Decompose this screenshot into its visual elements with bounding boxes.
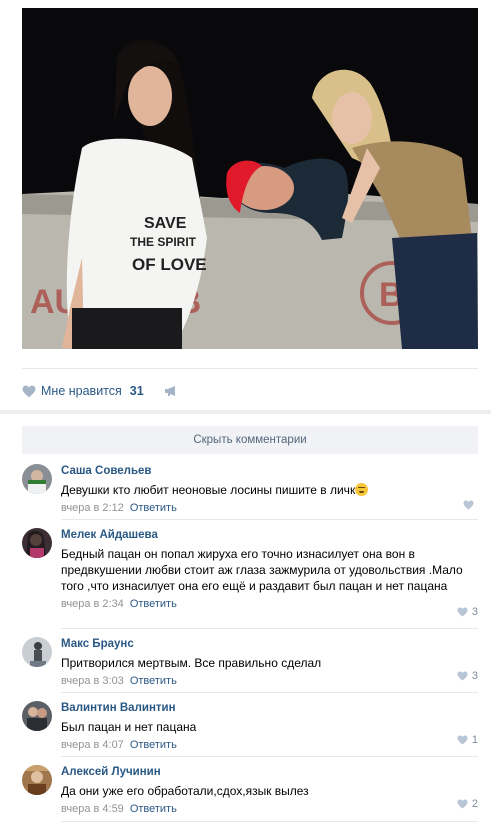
divider	[61, 519, 478, 520]
comment: Саша Совельев Девушки кто любит неоновые…	[22, 464, 478, 518]
section-gap	[0, 410, 491, 414]
comment: Валинтин Валинтин Был пацан и нет пацана…	[22, 701, 478, 751]
like-button[interactable]: Мне нравится 31	[22, 384, 144, 398]
post-photo[interactable]: AUTHIATB B SAVE THE SPIRIT OF LOVE	[22, 8, 478, 349]
share-button[interactable]	[164, 385, 178, 397]
avatar-image	[22, 637, 52, 667]
comment-like-count: 1	[471, 734, 478, 746]
wall-post: AUTHIATB B SAVE THE SPIRIT OF LOVE	[0, 0, 491, 824]
heart-icon	[463, 500, 474, 510]
comment-time[interactable]: вчера в 3:03	[61, 675, 124, 687]
divider	[61, 628, 478, 629]
heart-icon	[22, 385, 36, 397]
avatar-image	[22, 765, 52, 795]
comment-like-count: 2	[471, 798, 478, 810]
emoji-icon	[355, 483, 369, 496]
reply-button[interactable]: Ответить	[130, 803, 177, 815]
comment: Алексей Лучинин Да они уже его обработал…	[22, 765, 478, 815]
comment-time[interactable]: вчера в 4:59	[61, 803, 124, 815]
avatar[interactable]	[22, 528, 52, 558]
avatar[interactable]	[22, 637, 52, 667]
heart-icon	[457, 735, 468, 745]
reply-button[interactable]: Ответить	[130, 739, 177, 751]
avatar[interactable]	[22, 765, 52, 795]
divider	[22, 368, 478, 369]
comment-like-button[interactable]: 2	[457, 798, 478, 810]
heart-icon	[457, 607, 468, 617]
avatar-image	[22, 701, 52, 731]
comment-author[interactable]: Алексей Лучинин	[61, 765, 477, 779]
comment-like-button[interactable]: 3	[457, 670, 478, 682]
comment-like-button[interactable]: 3	[457, 606, 478, 618]
comment-like-count: 3	[471, 606, 478, 618]
avatar[interactable]	[22, 701, 52, 731]
comment-text: Бедный пацан он попал жируха его точно и…	[61, 547, 463, 593]
avatar-image	[22, 528, 52, 558]
hide-comments-button[interactable]: Скрыть комментарии	[22, 426, 478, 454]
comment: Мелек Айдашева Бедный пацан он попал жир…	[22, 528, 478, 620]
comment-text: Девушки кто любит неоновые лосины пишите…	[61, 483, 356, 497]
comment-author[interactable]: Валинтин Валинтин	[61, 701, 477, 715]
megaphone-icon	[164, 386, 175, 396]
like-count: 31	[129, 384, 144, 398]
reply-button[interactable]: Ответить	[130, 502, 177, 514]
photo-image: AUTHIATB B SAVE THE SPIRIT OF LOVE	[22, 8, 478, 349]
reply-button[interactable]: Ответить	[130, 675, 177, 687]
comment-time[interactable]: вчера в 2:34	[61, 598, 124, 610]
comment-author[interactable]: Саша Совельев	[61, 464, 477, 478]
divider	[61, 692, 478, 693]
post-actions: Мне нравится 31	[22, 380, 178, 402]
avatar[interactable]	[22, 464, 52, 494]
comment-text: Да они уже его обработали,сдох,язык выле…	[61, 784, 309, 798]
heart-icon	[457, 671, 468, 681]
divider	[61, 821, 478, 822]
avatar-image	[22, 464, 52, 494]
shirt-text-2: THE SPIRIT	[130, 235, 197, 249]
like-label: Мне нравится	[41, 384, 122, 398]
comment-like-button[interactable]: 1	[457, 734, 478, 746]
shirt-text-1: SAVE	[144, 215, 187, 232]
comment-author[interactable]: Макс Браунс	[61, 637, 477, 651]
comment-like-count: 3	[471, 670, 478, 682]
comment-time[interactable]: вчера в 4:07	[61, 739, 124, 751]
comment-like-button[interactable]	[463, 500, 478, 510]
comment-time[interactable]: вчера в 2:12	[61, 502, 124, 514]
divider	[61, 756, 478, 757]
shirt-text-3: OF LOVE	[132, 255, 207, 274]
comment-text: Был пацан и нет пацана	[61, 720, 197, 734]
reply-button[interactable]: Ответить	[130, 598, 177, 610]
comment-author[interactable]: Мелек Айдашева	[61, 528, 477, 542]
heart-icon	[457, 799, 468, 809]
comment: Макс Браунс Притворился мертвым. Все пра…	[22, 637, 478, 687]
comment-text: Притворился мертвым. Все правильно сдела…	[61, 656, 322, 670]
